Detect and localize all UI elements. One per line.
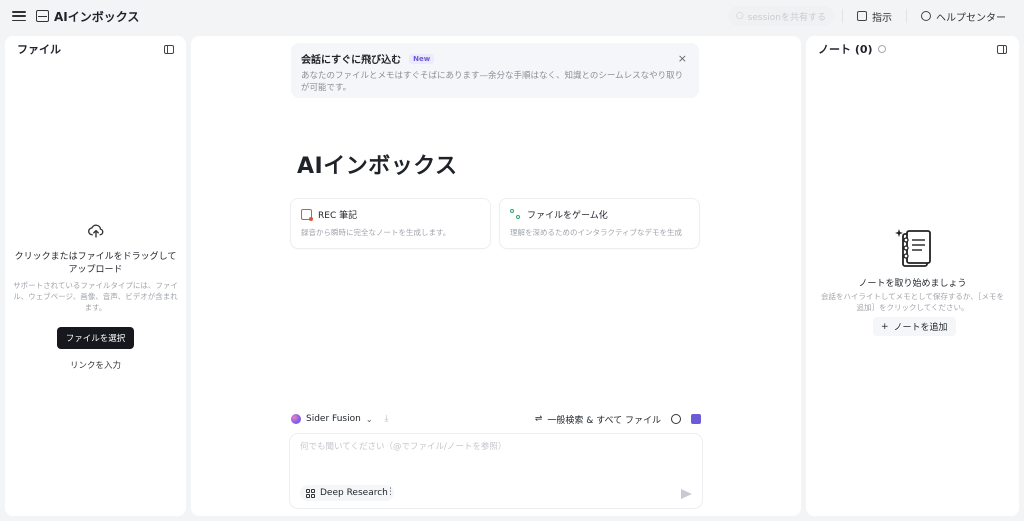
chat-input-box: Deep Research ⋮: [290, 434, 702, 508]
share-icon: ○: [735, 11, 744, 21]
history-icon[interactable]: [671, 414, 681, 424]
cloud-upload-icon: [87, 224, 103, 238]
notes-panel-title: ノート (0): [818, 43, 873, 56]
files-panel: ファイル クリックまたはファイルをドラッグしてアップロード サポートされているフ…: [5, 36, 186, 516]
sliders-icon: ⇌: [534, 414, 543, 424]
deep-research-icon: [306, 488, 315, 498]
chevron-down-icon: ⌄: [365, 414, 373, 424]
info-icon[interactable]: [877, 45, 886, 53]
new-badge: New: [409, 53, 435, 64]
notebook-illustration-icon: [895, 229, 931, 267]
rec-notes-card[interactable]: REC 筆記 録音から瞬時に完全なノートを生成します。: [291, 199, 490, 248]
instructions-button[interactable]: 指示: [851, 9, 898, 24]
chat-panel: 会話にすぐに飛び込む New あなたのファイルとメモはすぐそばにあります—余分な…: [191, 36, 801, 516]
plus-icon: +: [881, 321, 889, 332]
help-icon: [921, 11, 931, 21]
share-label: sessionを共有する: [747, 12, 826, 23]
close-icon[interactable]: ×: [678, 52, 687, 65]
banner-body: あなたのファイルとメモはすぐそばにあります—余分な手順はなく、知識とのシームレス…: [301, 71, 684, 93]
new-chat-icon[interactable]: [691, 414, 701, 424]
search-scope-label: 一般検索 & すべて ファイル: [547, 415, 661, 426]
collapse-panel-icon[interactable]: [997, 44, 1007, 54]
choose-file-button[interactable]: ファイルを選択: [56, 327, 135, 349]
notes-panel: ノート (0) ノートを取り始めましょう 会話をハイライトしてメモとして保存する…: [806, 36, 1019, 516]
banner-title: 会話にすぐに飛び込む: [301, 55, 402, 66]
card-description: 理解を深めるためのインタラクティブなデモを生成: [510, 228, 683, 237]
model-selector[interactable]: Sider Fusion ⌄: [291, 414, 373, 424]
inbox-icon: [36, 10, 49, 22]
app-title: AIインボックス: [36, 8, 139, 25]
send-icon[interactable]: [681, 489, 692, 499]
help-label: ヘルプセンター: [936, 12, 1006, 24]
page-title: AIインボックス: [297, 154, 458, 179]
gamepad-icon: [510, 209, 521, 220]
add-note-label: ノートを追加: [893, 323, 948, 333]
sider-fusion-icon: [291, 414, 301, 424]
intro-banner: 会話にすぐに飛び込む New あなたのファイルとメモはすぐそばにあります—余分な…: [291, 43, 699, 98]
files-panel-header: ファイル: [5, 36, 186, 62]
instructions-label: 指示: [872, 12, 892, 24]
enter-link-button[interactable]: リンクを入力: [13, 359, 178, 371]
record-icon: [301, 209, 313, 221]
help-center-button[interactable]: ヘルプセンター: [915, 9, 1012, 24]
upload-dropzone[interactable]: クリックまたはファイルをドラッグしてアップロード サポートされているファイルタイ…: [5, 222, 186, 371]
menu-icon[interactable]: [12, 9, 26, 23]
collapse-panel-icon[interactable]: [164, 44, 174, 54]
divider: [906, 9, 907, 23]
add-note-button[interactable]: + ノートを追加: [873, 317, 956, 336]
top-bar: AIインボックス ○ sessionを共有する 指示 ヘルプセンター: [0, 0, 1024, 32]
chat-input[interactable]: [300, 440, 690, 470]
divider: [842, 9, 843, 23]
share-session-button[interactable]: ○ sessionを共有する: [727, 6, 834, 26]
upload-description: サポートされているファイルタイプには、ファイル、ウェブページ、画像、音声、ビデオ…: [13, 281, 178, 312]
upload-title: クリックまたはファイルをドラッグしてアップロード: [14, 252, 177, 275]
notes-empty-description: 会話をハイライトしてメモとして保存するか、［メモを追加］をクリックしてください。: [821, 292, 1004, 312]
model-name: Sider Fusion: [306, 414, 361, 424]
instructions-icon: [857, 11, 867, 21]
download-icon[interactable]: ⤓: [385, 414, 389, 424]
card-title: ファイルをゲーム化: [527, 211, 608, 221]
more-options-icon[interactable]: ⋮: [386, 487, 395, 497]
notes-empty-title: ノートを取り始めましょう: [858, 279, 967, 289]
deep-research-label: Deep Research: [320, 488, 388, 498]
notes-panel-header: ノート (0): [806, 36, 1019, 62]
app-title-text: AIインボックス: [54, 9, 140, 24]
chat-toolbar: Sider Fusion ⌄ ⤓ ⇌ 一般検索 & すべて ファイル: [291, 410, 701, 428]
deep-research-button[interactable]: Deep Research: [300, 485, 394, 501]
files-panel-title: ファイル: [17, 43, 61, 56]
card-title: REC 筆記: [318, 211, 358, 221]
card-description: 録音から瞬時に完全なノートを生成します。: [301, 228, 451, 237]
search-scope-button[interactable]: ⇌ 一般検索 & すべて ファイル: [535, 413, 661, 426]
gamify-file-card[interactable]: ファイルをゲーム化 理解を深めるためのインタラクティブなデモを生成: [500, 199, 699, 248]
